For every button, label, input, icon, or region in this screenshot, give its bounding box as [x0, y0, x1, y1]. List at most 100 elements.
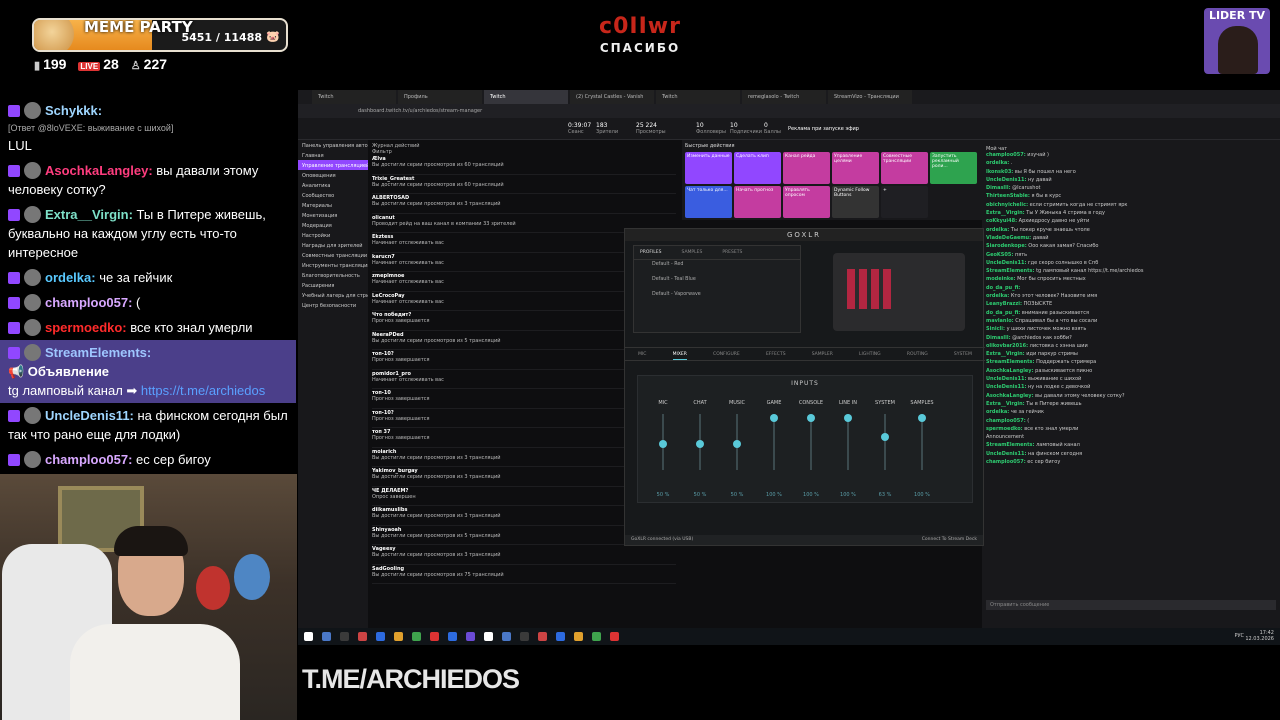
slider-knob[interactable] — [844, 414, 852, 422]
slider-knob[interactable] — [770, 414, 778, 422]
chat-user[interactable]: do_da_pu_fi: — [986, 310, 1020, 316]
sidebar-item[interactable]: Главная — [298, 150, 368, 160]
username[interactable]: champloo057: — [45, 452, 132, 467]
sidebar-item[interactable]: Награды для зрителей — [298, 240, 368, 250]
sidebar-item[interactable]: Управление трансляцией — [298, 160, 368, 170]
browser-tab[interactable]: (2) Crystal Castles - Vanish — [570, 90, 654, 104]
channel-slider[interactable]: CONSOLE 100 % — [796, 400, 826, 500]
taskbar-app-icon[interactable] — [520, 632, 529, 641]
chat-user[interactable]: GeoKS05: — [986, 252, 1013, 258]
chat-user[interactable]: champloo057: — [986, 459, 1026, 465]
sidebar-item[interactable]: Панель управления автора — [298, 140, 368, 150]
slider-knob[interactable] — [807, 414, 815, 422]
chat-user[interactable]: mavlanlo: — [986, 318, 1014, 324]
slider-knob[interactable] — [659, 440, 667, 448]
chat-input[interactable]: Отправить сообщение — [986, 600, 1276, 610]
browser-tab[interactable]: StreamVizo - Трансляции — [828, 90, 912, 104]
chat-user[interactable]: olikovbar2016: — [986, 343, 1028, 349]
sidebar-item[interactable]: Благотворительность — [298, 270, 368, 280]
chat-user[interactable]: Extra__Virgin: — [986, 210, 1025, 216]
slider-knob[interactable] — [918, 414, 926, 422]
chat-user[interactable]: AsochkaLangley: — [986, 393, 1034, 399]
quick-action-button[interactable]: Сделать клип — [734, 152, 781, 184]
language-indicator[interactable]: РУС — [1234, 633, 1244, 639]
username[interactable]: Extra__Virgin: — [45, 207, 133, 222]
chat-user[interactable]: ordelka: — [986, 409, 1009, 415]
profile-item[interactable]: Default - Red — [634, 260, 800, 275]
quick-action-button[interactable]: + — [881, 186, 928, 218]
username[interactable]: UncleDenis11: — [45, 408, 134, 423]
browser-tab[interactable]: Профиль — [398, 90, 482, 104]
chat-user[interactable]: ordelka: — [986, 227, 1009, 233]
chat-user[interactable]: champloo057: — [986, 418, 1026, 424]
announcement-link[interactable]: https://t.me/archiedos — [141, 383, 265, 398]
sidebar-item[interactable]: Сообщество — [298, 190, 368, 200]
goxlr-nav-tab[interactable]: LIGHTING — [859, 352, 881, 360]
goxlr-nav-tab[interactable]: SAMPLER — [812, 352, 833, 360]
feed-event[interactable]: Vageesy Вы достигли серии просмотров из 3… — [372, 545, 676, 565]
chat-user[interactable]: Extra__Virgin: — [986, 351, 1025, 357]
chat-user[interactable]: champloo057: — [986, 152, 1026, 158]
chat-user[interactable]: coKkyui48: — [986, 218, 1017, 224]
quick-action-button[interactable]: Изменить данные — [685, 152, 732, 184]
browser-tab[interactable]: Twitch — [656, 90, 740, 104]
slider-knob[interactable] — [881, 433, 889, 442]
username[interactable]: StreamElements: — [45, 345, 151, 360]
goxlr-nav-tab[interactable]: ROUTING — [907, 352, 928, 360]
chat-user[interactable]: UncleDenis11: — [986, 260, 1026, 266]
username[interactable]: Schykkk: — [45, 103, 102, 118]
chat-user[interactable]: obichnyichelic: — [986, 202, 1028, 208]
chat-user[interactable]: UncleDenis11: — [986, 384, 1026, 390]
quick-action-button[interactable]: Чат только для... — [685, 186, 732, 218]
browser-tab[interactable]: Twitch — [484, 90, 568, 104]
chat-user[interactable]: Siarodenkope: — [986, 243, 1027, 249]
sidebar-item[interactable]: Оповещения — [298, 170, 368, 180]
slider-knob[interactable] — [733, 440, 741, 448]
sidebar-item[interactable]: Материалы — [298, 200, 368, 210]
sidebar-item[interactable]: Монетизация — [298, 210, 368, 220]
username[interactable]: spermoedko: — [45, 320, 127, 335]
chat-user[interactable]: StreamElements: — [986, 359, 1034, 365]
taskbar-app-icon[interactable] — [412, 632, 421, 641]
chat-user[interactable]: modeinke: — [986, 276, 1015, 282]
goxlr-nav-tab[interactable]: MIC — [638, 352, 646, 360]
quick-action-button[interactable]: Канал рейда — [783, 152, 830, 184]
address-bar[interactable]: dashboard.twitch.tv/u/archiedos/stream-m… — [298, 104, 1280, 118]
channel-slider[interactable]: SYSTEM 63 % — [870, 400, 900, 500]
taskbar-app-icon[interactable] — [538, 632, 547, 641]
quick-action-button[interactable]: Управление целями — [832, 152, 879, 184]
sidebar-item[interactable]: Центр безопасности — [298, 300, 368, 310]
stream-deck-link[interactable]: Connect To Stream Deck — [922, 537, 977, 542]
sidebar-item[interactable]: Инструменты трансляции — [298, 260, 368, 270]
taskbar-app-icon[interactable] — [592, 632, 601, 641]
goxlr-subtab[interactable]: PRESETS — [722, 250, 742, 255]
profile-item[interactable]: Default - Vaporwave — [634, 290, 800, 305]
channel-slider[interactable]: MUSIC 50 % — [722, 400, 752, 500]
sidebar-item[interactable]: Расширения — [298, 280, 368, 290]
taskbar-app-icon[interactable] — [340, 632, 349, 641]
channel-slider[interactable]: MIC 50 % — [648, 400, 678, 500]
chat-user[interactable]: StreamElements: — [986, 268, 1034, 274]
taskbar-app-icon[interactable] — [610, 632, 619, 641]
taskbar-app-icon[interactable] — [304, 632, 313, 641]
taskbar-app-icon[interactable] — [358, 632, 367, 641]
channel-slider[interactable]: CHAT 50 % — [685, 400, 715, 500]
channel-slider[interactable]: SAMPLES 100 % — [907, 400, 937, 500]
chat-user[interactable]: Ikonsk03: — [986, 169, 1013, 175]
chat-user[interactable]: ordelka: — [986, 160, 1009, 166]
chat-user[interactable]: spermoedko: — [986, 426, 1023, 432]
clock[interactable]: 17:42 12.03.2026 — [1245, 630, 1274, 642]
taskbar-app-icon[interactable] — [484, 632, 493, 641]
chat-user[interactable]: Dimaslll: — [986, 185, 1011, 191]
feed-event[interactable]: Trixie_Greatest Вы достигли серии просмот… — [372, 175, 676, 194]
chat-user[interactable]: Extra__Virgin: — [986, 401, 1025, 407]
sidebar-item[interactable]: Учебный лагерь для стримеров — [298, 290, 368, 300]
quick-action-button[interactable]: Запустить рекламный роли... — [930, 152, 977, 184]
feed-event[interactable]: Ælva Вы достигли серии просмотров из 60 т… — [372, 155, 676, 175]
taskbar-app-icon[interactable] — [502, 632, 511, 641]
chat-user[interactable]: Sinicli: — [986, 326, 1005, 332]
chat-user[interactable]: ThirteenStable: — [986, 193, 1030, 199]
chat-user[interactable]: LeanyBrazzi: — [986, 301, 1022, 307]
taskbar-app-icon[interactable] — [466, 632, 475, 641]
username[interactable]: champloo057: — [45, 295, 132, 310]
